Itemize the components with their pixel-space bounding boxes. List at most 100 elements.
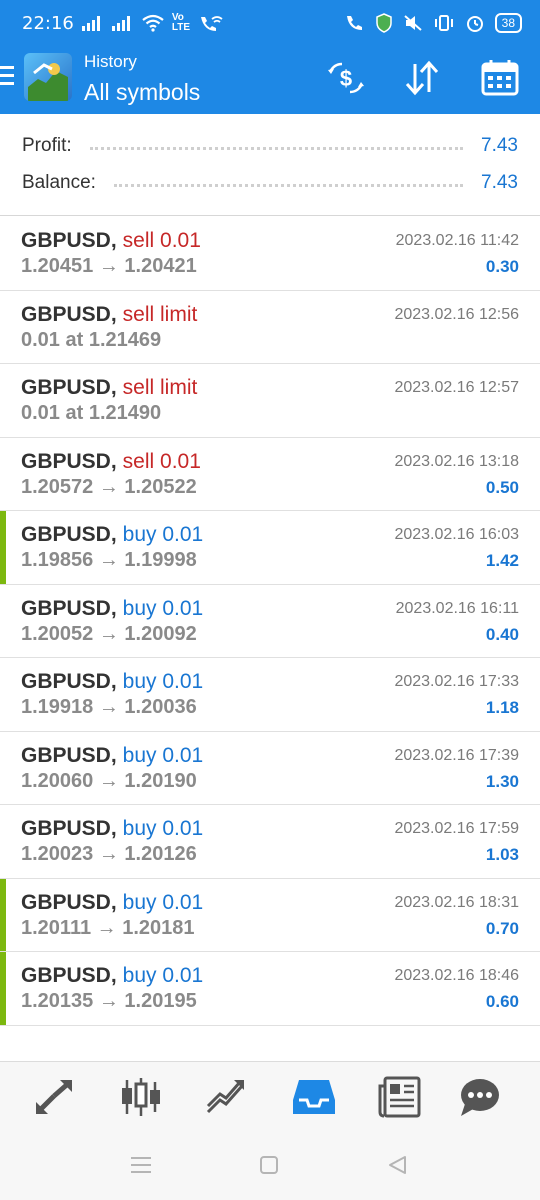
deal-profit: 1.18: [485, 698, 519, 717]
deal-prices: 1.20052 → 1.20092: [21, 622, 197, 645]
deal-prices: 1.20572 → 1.20522: [21, 475, 197, 498]
deal-type: buy 0.01: [122, 596, 204, 620]
deal-type: buy 0.01: [122, 964, 204, 987]
status-time: 22:16: [22, 12, 74, 34]
deal-profit: 1.03: [485, 845, 519, 864]
deal-row[interactable]: GBPUSD, sell limit 0.01 at 1.21490 2023.02.…: [0, 364, 540, 438]
deposit-withdraw-button[interactable]: $: [324, 58, 368, 98]
summary-panel: Profit: 7.43 Balance: 7.43: [0, 114, 540, 216]
deal-row[interactable]: GBPUSD, buy 0.01 1.20052 → 1.20092 2023.02.…: [0, 585, 540, 658]
deal-profit: 0.60: [485, 992, 519, 1011]
deal-row[interactable]: GBPUSD, sell 0.01 1.20451 → 1.20421 2023.02…: [0, 217, 540, 291]
deal-time: 2023.02.16 18:31: [394, 893, 519, 911]
balance-row: Balance: 7.43: [22, 168, 518, 198]
deal-profit: 0.40: [485, 624, 519, 644]
sort-icon: [405, 60, 439, 96]
app-logo: [24, 53, 72, 101]
deal-prices: 0.01 at 1.21490: [21, 402, 162, 424]
deal-type: sell limit: [122, 376, 198, 399]
deal-time: 2023.02.16 17:59: [394, 820, 519, 837]
history-icon: [293, 1080, 335, 1114]
deal-time: 2023.02.16 16:11: [395, 599, 519, 617]
sort-button[interactable]: [400, 58, 444, 98]
deal-time: 2023.02.16 17:33: [394, 673, 519, 690]
deal-type: buy 0.01: [122, 743, 204, 767]
deal-type: sell limit: [122, 302, 198, 326]
deal-symbol: GBPUSD,: [21, 817, 117, 840]
deal-prices: 1.20060 → 1.20190: [21, 769, 197, 792]
deal-row[interactable]: GBPUSD, buy 0.01 1.20111 → 1.20181 2023.02.…: [0, 878, 540, 952]
deal-symbol: GBPUSD,: [21, 964, 117, 987]
nav-chart[interactable]: [204, 1076, 250, 1118]
deal-type: sell 0.01: [122, 229, 201, 252]
deal-symbol: GBPUSD,: [21, 890, 117, 914]
deal-prices: 1.19856 → 1.19998: [21, 549, 197, 571]
deal-profit: 0.50: [485, 477, 519, 497]
menu-icon[interactable]: [0, 66, 14, 90]
deal-row[interactable]: GBPUSD, buy 0.01 1.20060 → 1.20190 2023.02.…: [0, 732, 540, 805]
deal-row[interactable]: GBPUSD, sell 0.01 1.20572 → 1.20522 2023.02…: [0, 438, 540, 511]
dotted-leader: [113, 183, 464, 187]
deal-list: GBPUSD, sell 0.01 1.20451 → 1.20421 2023.02…: [0, 217, 540, 1026]
nav-news[interactable]: [377, 1076, 423, 1118]
deal-time: 2023.02.16 17:39: [394, 746, 519, 764]
deal-type: buy 0.01: [122, 817, 204, 840]
deal-prices: 1.20135 → 1.20195: [21, 990, 197, 1012]
deal-row[interactable]: GBPUSD, buy 0.01 1.20135 → 1.20195 2023.02.…: [0, 952, 540, 1026]
deal-type: buy 0.01: [122, 523, 204, 546]
deal-time: 2023.02.16 11:42: [395, 232, 519, 249]
quotes-chart-icon: [122, 1078, 160, 1116]
nav-history[interactable]: [291, 1076, 337, 1118]
call-icon: [346, 16, 362, 30]
calendar-icon: [481, 60, 519, 96]
deal-profit: 0.30: [485, 257, 519, 276]
deal-row[interactable]: GBPUSD, sell limit 0.01 at 1.21469 2023.02.…: [0, 291, 540, 364]
page-title: History: [84, 52, 137, 71]
nav-quotes[interactable]: [118, 1076, 164, 1118]
nav-trade[interactable]: [32, 1076, 78, 1118]
deal-row[interactable]: GBPUSD, buy 0.01 1.20023 → 1.20126 2023.02.…: [0, 805, 540, 879]
dotted-leader: [89, 146, 464, 150]
deal-prices: 1.20023 → 1.20126: [21, 843, 197, 865]
deal-prices: 1.20111 → 1.20181: [21, 916, 195, 939]
row-marker: [0, 511, 6, 584]
deal-profit: 1.42: [485, 551, 519, 570]
deal-time: 2023.02.16 16:03: [394, 526, 519, 543]
deal-symbol: GBPUSD,: [21, 523, 117, 546]
wifi-calling-icon: [201, 16, 223, 31]
currency-exchange-icon: $: [328, 62, 364, 94]
app-bar: History All symbols $: [0, 46, 540, 114]
calendar-button[interactable]: [478, 58, 522, 98]
row-marker: [0, 952, 6, 1025]
home-icon[interactable]: [259, 1155, 279, 1175]
deal-time: 2023.02.16 12:56: [394, 305, 519, 323]
messages-icon: [461, 1079, 499, 1116]
profit-value: 7.43: [481, 135, 518, 156]
deal-symbol: GBPUSD,: [21, 376, 117, 399]
wifi-icon: [142, 14, 164, 32]
deal-symbol: GBPUSD,: [21, 670, 117, 693]
deal-type: buy 0.01: [122, 890, 204, 914]
symbol-filter[interactable]: All symbols: [84, 79, 200, 106]
deal-symbol: GBPUSD,: [21, 743, 117, 767]
deal-symbol: GBPUSD,: [21, 302, 117, 326]
mute-icon: [403, 15, 422, 31]
balance-label: Balance:: [22, 172, 96, 193]
recent-apps-icon[interactable]: [130, 1155, 152, 1175]
deal-profit: 1.30: [485, 771, 519, 791]
chart-icon: [206, 1080, 244, 1114]
deal-time: 2023.02.16 13:18: [394, 452, 519, 470]
deal-symbol: GBPUSD,: [21, 229, 117, 252]
back-icon[interactable]: [387, 1155, 407, 1175]
news-icon: [378, 1076, 421, 1118]
deal-symbol: GBPUSD,: [21, 449, 117, 473]
profit-label: Profit:: [22, 135, 72, 156]
deal-row[interactable]: GBPUSD, buy 0.01 1.19918 → 1.20036 2023.02.…: [0, 658, 540, 732]
deal-row[interactable]: GBPUSD, buy 0.01 1.19856 → 1.19998 2023.02.…: [0, 511, 540, 585]
signal-icon: [81, 16, 100, 31]
deal-profit: 0.70: [485, 918, 519, 938]
deal-type: sell 0.01: [122, 449, 201, 473]
status-bar: 22:16 Vo LTE 38: [0, 0, 540, 46]
nav-messages[interactable]: [457, 1076, 503, 1118]
balance-value: 7.43: [481, 172, 518, 193]
